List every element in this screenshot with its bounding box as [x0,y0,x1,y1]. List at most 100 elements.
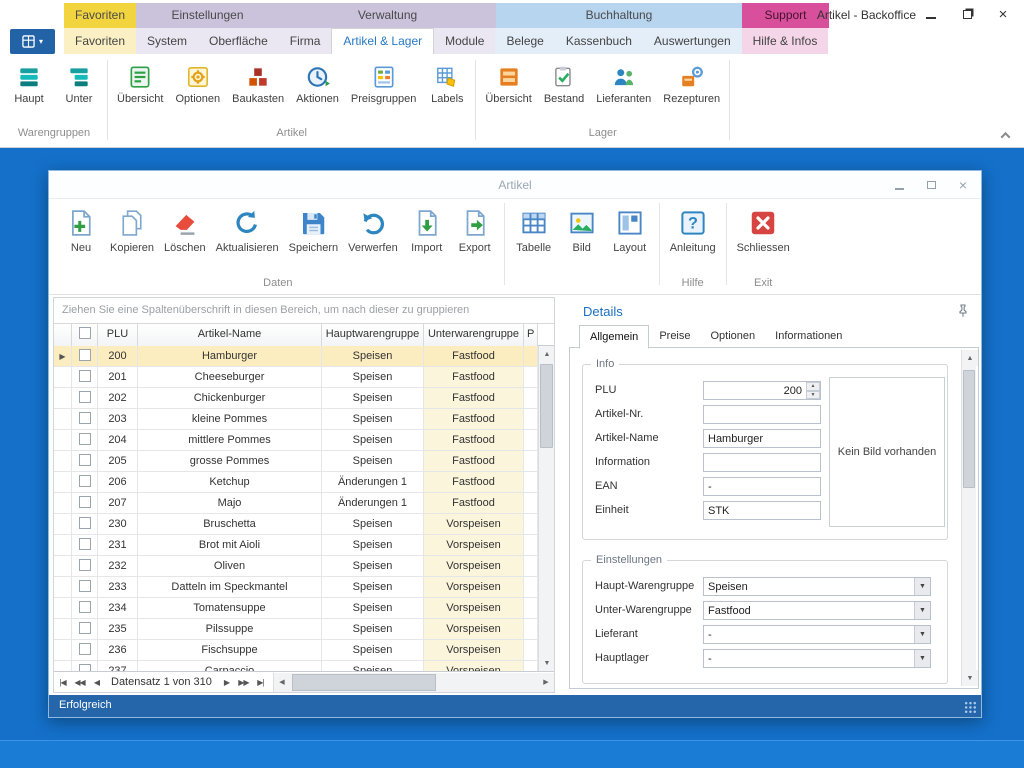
scrollbar-track[interactable] [290,673,538,692]
ribbon-button-übersicht[interactable]: Übersicht [111,62,169,105]
row-checkbox[interactable] [79,496,91,508]
row-checkbox[interactable] [79,370,91,382]
row-checkbox[interactable] [79,580,91,592]
ribbon-button-lieferanten[interactable]: Lieferanten [590,62,657,105]
row-checkbox[interactable] [79,454,91,466]
toolbar-button-aktualisieren[interactable]: Aktualisieren [211,206,284,254]
scrollbar-thumb[interactable] [292,674,436,691]
spinner-up-button[interactable]: ▲ [806,382,820,391]
combo-lieferant[interactable]: -▼ [703,625,931,644]
ribbon-button-bestand[interactable]: Bestand [538,62,590,105]
nav-next-page-button[interactable]: ▶▶ [235,673,252,692]
toolbar-button-import[interactable]: Import [403,206,451,254]
spinner-down-button[interactable]: ▼ [806,391,820,400]
app-close-button[interactable]: × [992,5,1014,23]
details-vertical-scrollbar[interactable]: ▲ ▼ [961,350,976,686]
ribbon-category-favoriten[interactable]: Favoriten [64,3,136,28]
ribbon-collapse-button[interactable] [996,128,1014,142]
ribbon-tab-module[interactable]: Module [434,28,495,54]
table-row-plu-207[interactable]: 207MajoÄnderungen 1Fastfood [54,493,538,514]
scroll-right-button[interactable]: ▶ [538,673,554,692]
table-row-plu-206[interactable]: 206KetchupÄnderungen 1Fastfood [54,472,538,493]
field-input-information[interactable] [703,453,821,472]
scrollbar-thumb[interactable] [963,370,975,488]
grid-header-hauptwarengruppe[interactable]: Hauptwarengruppe [322,324,424,346]
grid-header-p[interactable]: P [524,324,538,346]
table-row-plu-203[interactable]: 203kleine PommesSpeisenFastfood [54,409,538,430]
scroll-up-button[interactable]: ▲ [539,346,554,362]
table-row-plu-200[interactable]: ▶200HamburgerSpeisenFastfood [54,346,538,367]
ribbon-button-labels[interactable]: Labels [422,62,472,105]
scroll-up-button[interactable]: ▲ [962,350,978,366]
table-row-plu-202[interactable]: 202ChickenburgerSpeisenFastfood [54,388,538,409]
field-input-ean[interactable] [703,477,821,496]
ribbon-category-einstellungen[interactable]: Einstellungen [136,3,279,28]
grid-header-artikel-name[interactable]: Artikel-Name [138,324,322,346]
toolbar-button-schliessen[interactable]: Schliessen [732,206,795,254]
combo-dropdown-button[interactable]: ▼ [914,602,930,619]
toolbar-button-export[interactable]: Export [451,206,499,254]
resize-grip[interactable] [964,701,977,714]
row-checkbox[interactable] [79,601,91,613]
table-row-plu-234[interactable]: 234TomatensuppeSpeisenVorspeisen [54,598,538,619]
header-checkbox[interactable] [79,327,91,339]
table-row-plu-232[interactable]: 232OlivenSpeisenVorspeisen [54,556,538,577]
nav-next-button[interactable]: ▶ [218,673,235,692]
toolbar-button-bild[interactable]: Bild [558,206,606,254]
ribbon-tab-system[interactable]: System [136,28,198,54]
ribbon-category-verwaltung[interactable]: Verwaltung [279,3,496,28]
artikel-maximize-button[interactable] [921,176,941,194]
table-row-plu-231[interactable]: 231Brot mit AioliSpeisenVorspeisen [54,535,538,556]
row-checkbox[interactable] [79,349,91,361]
scroll-down-button[interactable]: ▼ [539,655,554,671]
row-checkbox[interactable] [79,391,91,403]
ribbon-category-buchhaltung[interactable]: Buchhaltung [496,3,742,28]
table-row-plu-204[interactable]: 204mittlere PommesSpeisenFastfood [54,430,538,451]
table-row-plu-201[interactable]: 201CheeseburgerSpeisenFastfood [54,367,538,388]
pin-button[interactable] [955,303,973,321]
ribbon-tab-artikel-lager[interactable]: Artikel & Lager [331,28,434,54]
toolbar-button-löschen[interactable]: Löschen [159,206,211,254]
nav-prev-button[interactable]: ◀ [88,673,105,692]
scroll-down-button[interactable]: ▼ [962,670,978,686]
row-checkbox[interactable] [79,643,91,655]
ribbon-button-aktionen[interactable]: Aktionen [290,62,345,105]
artikel-window-titlebar[interactable]: Artikel × [49,171,981,199]
table-row-plu-230[interactable]: 230BruschettaSpeisenVorspeisen [54,514,538,535]
grid-vertical-scrollbar[interactable]: ▲ ▼ [538,346,554,671]
combo-dropdown-button[interactable]: ▼ [914,578,930,595]
ribbon-button-haupt[interactable]: Haupt [4,62,54,105]
table-row-plu-237[interactable]: 237CarpaccioSpeisenVorspeisen [54,661,538,671]
row-checkbox[interactable] [79,433,91,445]
toolbar-button-verwerfen[interactable]: Verwerfen [343,206,403,254]
row-checkbox[interactable] [79,412,91,424]
ribbon-button-rezepturen[interactable]: Rezepturen [657,62,726,105]
app-restore-button[interactable] [956,5,978,23]
combo-haupt-warengruppe[interactable]: Speisen▼ [703,577,931,596]
grid-header-plu[interactable]: PLU [98,324,138,346]
combo-unter-warengruppe[interactable]: Fastfood▼ [703,601,931,620]
scrollbar-track[interactable] [962,366,976,670]
app-menu-button[interactable]: ▾ [10,29,55,54]
field-input-artikel-nr[interactable] [703,405,821,424]
row-checkbox[interactable] [79,622,91,634]
table-row-plu-205[interactable]: 205grosse PommesSpeisenFastfood [54,451,538,472]
groupby-panel[interactable]: Ziehen Sie eine Spaltenüberschrift in di… [54,298,554,324]
toolbar-button-neu[interactable]: Neu [57,206,105,254]
nav-prev-page-button[interactable]: ◀◀ [71,673,88,692]
ribbon-tab-oberfläche[interactable]: Oberfläche [198,28,279,54]
details-tab-allgemein[interactable]: Allgemein [579,325,649,349]
table-row-plu-235[interactable]: 235PilssuppeSpeisenVorspeisen [54,619,538,640]
field-input-artikel-name[interactable] [703,429,821,448]
table-row-plu-233[interactable]: 233Datteln im SpeckmantelSpeisenVorspeis… [54,577,538,598]
ribbon-button-übersicht[interactable]: Übersicht [479,62,537,105]
row-checkbox[interactable] [79,559,91,571]
ribbon-tab-favoriten[interactable]: Favoriten [64,28,136,54]
row-checkbox[interactable] [79,664,91,671]
ribbon-tab-belege[interactable]: Belege [495,28,554,54]
field-input-plu[interactable] [703,381,821,400]
artikel-close-button[interactable]: × [953,176,973,194]
ribbon-button-preisgruppen[interactable]: Preisgruppen [345,62,422,105]
nav-first-button[interactable]: |◀ [54,673,71,692]
artikel-minimize-button[interactable] [889,176,909,194]
